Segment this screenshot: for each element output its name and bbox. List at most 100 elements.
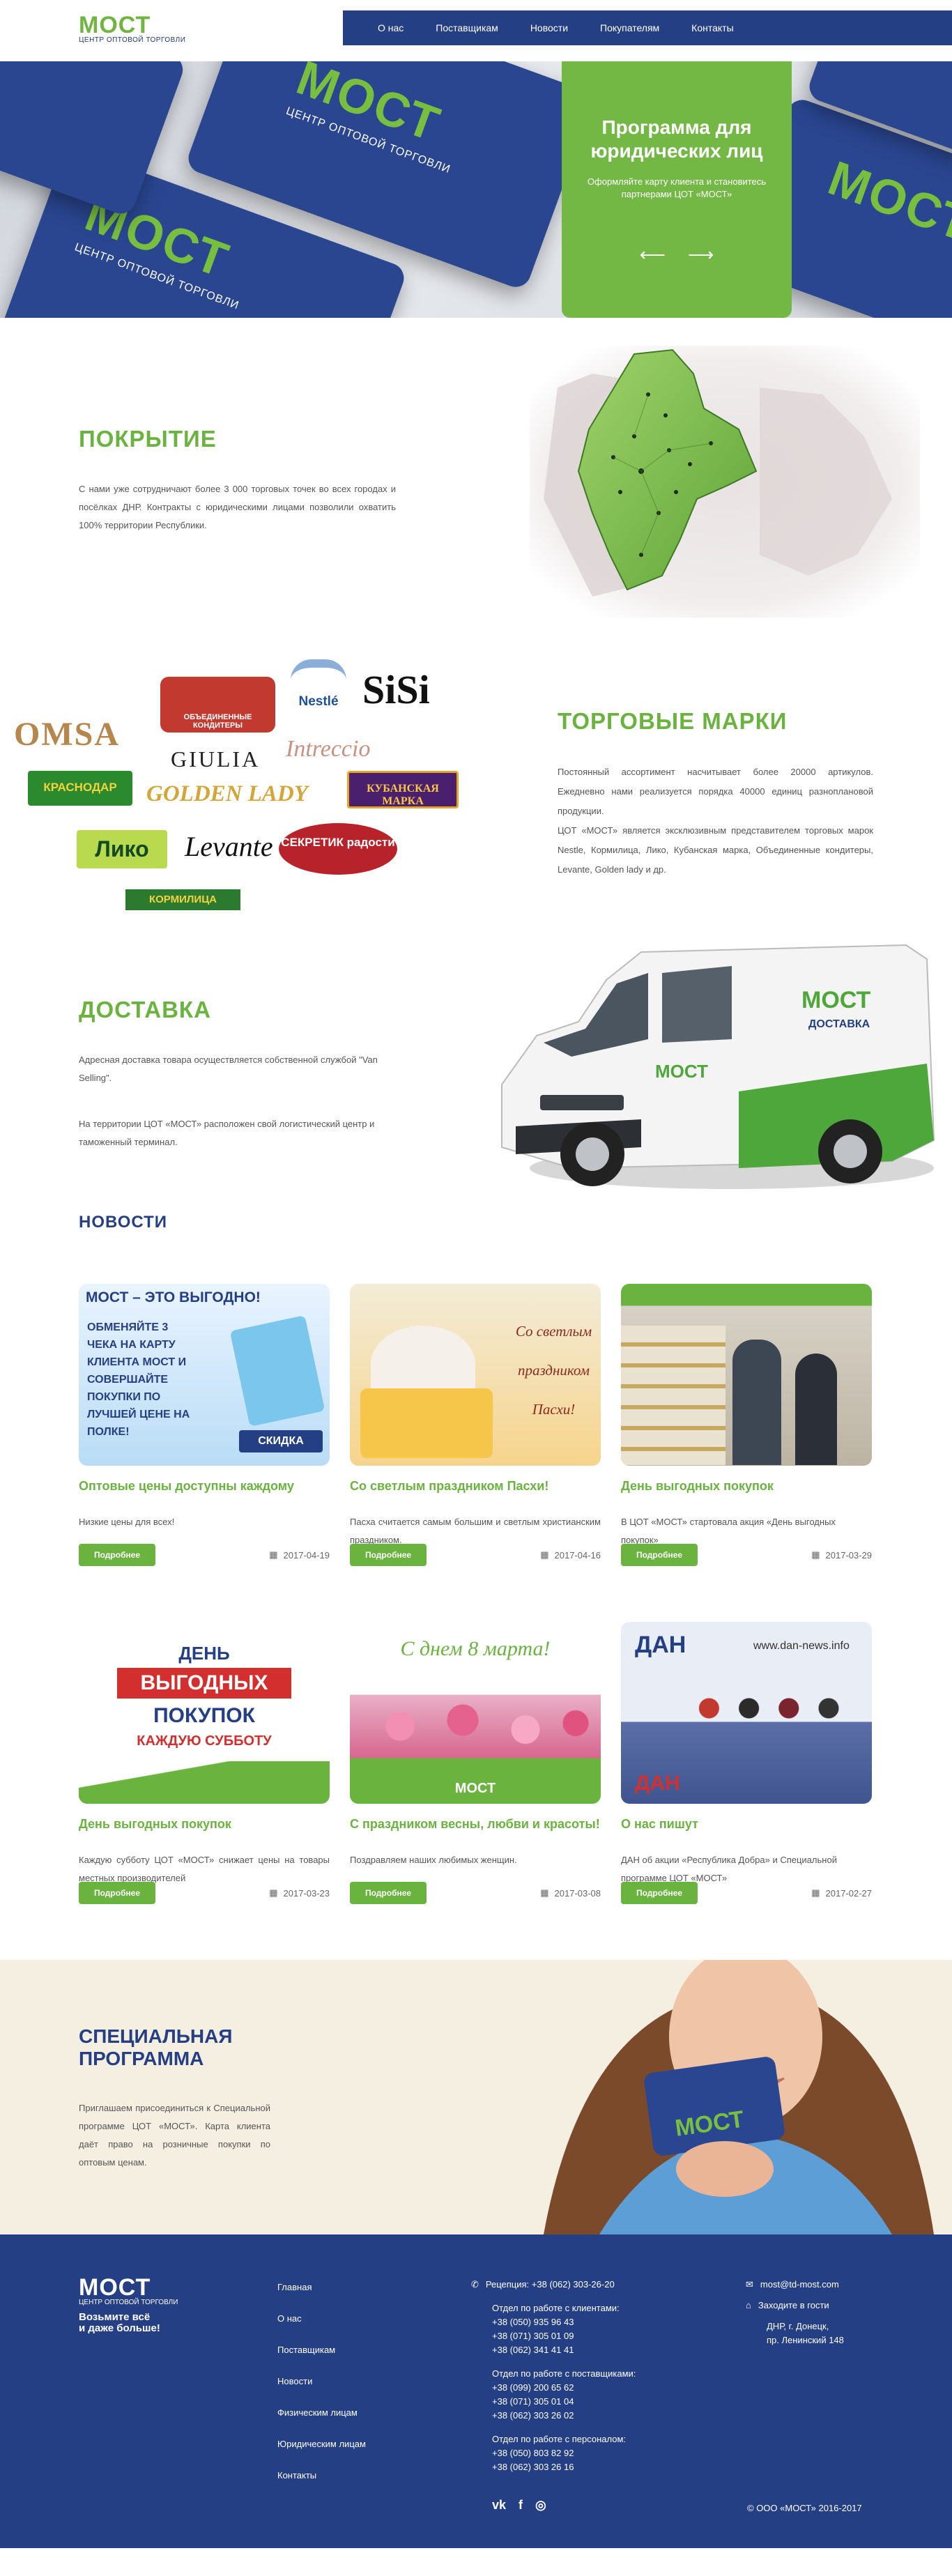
nav-suppliers[interactable]: Поставщикам bbox=[436, 22, 498, 33]
footer-logo[interactable]: МОСТ ЦЕНТР ОПТОВОЙ ТОРГОВЛИ Возьмите всё… bbox=[79, 2276, 178, 2334]
facebook-icon[interactable]: f bbox=[519, 2498, 523, 2513]
news-card-title[interactable]: О нас пишут bbox=[621, 1816, 872, 1847]
instagram-icon[interactable]: ◎ bbox=[535, 2498, 546, 2513]
clients-dept-title: Отдел по работе с клиентами: bbox=[492, 2303, 620, 2313]
staff-dept-title: Отдел по работе с персоналом: bbox=[492, 2434, 627, 2444]
logo-text: МОСТ bbox=[79, 12, 151, 38]
brands-title: ТОРГОВЫЕ МАРКИ bbox=[558, 708, 788, 734]
clients-phone[interactable]: +38 (062) 341 41 41 bbox=[492, 2343, 680, 2357]
footer-email[interactable]: most@td-most.com bbox=[760, 2278, 839, 2292]
address-line-1: ДНР, г. Донецк, bbox=[767, 2321, 829, 2331]
hero-slider: МОСТ ЦЕНТР ОПТОВОЙ ТОРГОВЛИ МОСТ ЦЕНТР О… bbox=[0, 61, 952, 318]
staff-dept: Отдел по работе с персоналом: +38 (050) … bbox=[471, 2432, 680, 2474]
nav-contacts[interactable]: Контакты bbox=[691, 22, 733, 33]
footer-link-individuals[interactable]: Физическим лицам bbox=[277, 2407, 366, 2418]
brands-text-block: ТОРГОВЫЕ МАРКИ Постоянный ассортимент на… bbox=[558, 708, 873, 880]
footer-link-suppliers[interactable]: Поставщикам bbox=[277, 2345, 366, 2355]
more-button[interactable]: Подробнее bbox=[79, 1544, 156, 1566]
footer-link-news[interactable]: Новости bbox=[277, 2376, 366, 2386]
news-card-title[interactable]: С праздником весны, любви и красоты! bbox=[350, 1816, 601, 1847]
coverage-title: ПОКРЫТИЕ bbox=[79, 426, 217, 452]
address-line-2: пр. Ленинский 148 bbox=[767, 2335, 844, 2345]
news-card-title[interactable]: Со светлым праздником Пасхи! bbox=[350, 1478, 601, 1509]
location-icon: ⌂ bbox=[746, 2300, 751, 2310]
suppliers-dept-title: Отдел по работе с поставщиками: bbox=[492, 2368, 636, 2379]
easter-cake-base bbox=[360, 1388, 493, 1458]
news-card[interactable]: ДАН www.dan-news.info ДАН О нас пишут ДА… bbox=[621, 1622, 872, 1904]
clients-phone[interactable]: +38 (071) 305 01 09 bbox=[492, 2329, 680, 2343]
footer-address: ✉ most@td-most.com ⌂ Заходите в гости ДН… bbox=[746, 2278, 899, 2347]
main-nav: О нас Поставщикам Новости Покупателям Ко… bbox=[343, 10, 952, 45]
press-conference-image bbox=[691, 1692, 844, 1733]
brand-levante-logo: Levante bbox=[185, 831, 273, 862]
social-links: vk f ◎ bbox=[492, 2498, 546, 2513]
dan-logo-bottom: ДАН bbox=[635, 1772, 680, 1795]
special-woman-image: МОСТ bbox=[516, 1960, 952, 2234]
site-header: МОСТ ЦЕНТР ОПТОВОЙ ТОРГОВЛИ О нас Постав… bbox=[0, 0, 952, 61]
arrow-left-icon[interactable]: ⟵ bbox=[640, 244, 666, 266]
news-image[interactable] bbox=[621, 1284, 872, 1466]
van-sublogo: ДОСТАВКА bbox=[808, 1018, 870, 1030]
news-image[interactable]: ДАН www.dan-news.info ДАН bbox=[621, 1622, 872, 1804]
staff-phone[interactable]: +38 (062) 303 26 16 bbox=[492, 2460, 680, 2474]
news-card[interactable]: Со светлым праздником Пасхи! Со светлым … bbox=[350, 1284, 601, 1566]
easter-greeting: Со светлым праздником Пасхи! bbox=[514, 1312, 594, 1429]
vk-icon[interactable]: vk bbox=[492, 2498, 506, 2513]
footer-link-companies[interactable]: Юридическим лицам bbox=[277, 2439, 366, 2449]
news-date-value: 2017-03-23 bbox=[283, 1887, 330, 1899]
footer-link-contacts[interactable]: Контакты bbox=[277, 2470, 366, 2481]
news-card-footer: Подробнее ▦ 2017-02-27 bbox=[621, 1882, 872, 1904]
mail-icon: ✉ bbox=[746, 2279, 753, 2290]
site-logo[interactable]: МОСТ ЦЕНТР ОПТОВОЙ ТОРГОВЛИ bbox=[79, 12, 185, 44]
footer-link-home[interactable]: Главная bbox=[277, 2282, 366, 2292]
march8-logo: МОСТ bbox=[454, 1781, 496, 1796]
news-title: НОВОСТИ bbox=[79, 1213, 168, 1232]
news-image[interactable]: Со светлым праздником Пасхи! bbox=[350, 1284, 601, 1466]
suppliers-phone[interactable]: +38 (071) 305 01 04 bbox=[492, 2395, 680, 2409]
reception-phone[interactable]: Рецепция: +38 (062) 303-26-20 bbox=[486, 2278, 615, 2292]
nav-buyers[interactable]: Покупателям bbox=[600, 22, 659, 33]
more-button[interactable]: Подробнее bbox=[621, 1882, 698, 1904]
news-card-title[interactable]: День выгодных покупок bbox=[621, 1478, 872, 1509]
clients-phone[interactable]: +38 (050) 935 96 43 bbox=[492, 2315, 680, 2329]
delivery-text-block: ДОСТАВКА Адресная доставка товара осущес… bbox=[79, 997, 396, 1151]
news-image[interactable]: ДЕНЬ ВЫГОДНЫХ ПОКУПОК КАЖДУЮ СУББОТУ bbox=[79, 1622, 330, 1804]
brand-kubanskaya-logo: КУБАНСКАЯ МАРКА bbox=[347, 771, 459, 808]
more-button[interactable]: Подробнее bbox=[79, 1882, 156, 1904]
news-card[interactable]: С днем 8 марта! МОСТ С праздником весны,… bbox=[350, 1622, 601, 1904]
news-card[interactable]: ДЕНЬ ВЫГОДНЫХ ПОКУПОК КАЖДУЮ СУББОТУ Ден… bbox=[79, 1622, 330, 1904]
footer-link-about[interactable]: О нас bbox=[277, 2313, 366, 2324]
nav-news[interactable]: Новости bbox=[530, 22, 568, 33]
calendar-icon: ▦ bbox=[540, 1549, 549, 1560]
news-card-footer: Подробнее ▦ 2017-03-23 bbox=[79, 1882, 330, 1904]
news-card-title[interactable]: День выгодных покупок bbox=[79, 1816, 330, 1847]
more-button[interactable]: Подробнее bbox=[350, 1544, 427, 1566]
news-image-headline: МОСТ – ЭТО ВЫГОДНО! bbox=[86, 1289, 261, 1305]
slider-arrows: ⟵ ⟶ bbox=[577, 244, 776, 266]
promo-line-3: ПОКУПОК bbox=[153, 1704, 255, 1727]
footer-menu: Главная О нас Поставщикам Новости Физиче… bbox=[277, 2282, 366, 2501]
staff-phone[interactable]: +38 (050) 803 82 92 bbox=[492, 2446, 680, 2460]
news-card[interactable]: День выгодных покупок В ЦОТ «МОСТ» старт… bbox=[621, 1284, 872, 1566]
more-button[interactable]: Подробнее bbox=[621, 1544, 698, 1566]
news-card[interactable]: МОСТ – ЭТО ВЫГОДНО! ОБМЕНЯЙТЕ 3 ЧЕКА НА … bbox=[79, 1284, 330, 1566]
news-card-title[interactable]: Оптовые цены доступны каждому bbox=[79, 1478, 330, 1509]
news-image[interactable]: С днем 8 марта! МОСТ bbox=[350, 1622, 601, 1804]
promo-line-4: КАЖДУЮ СУББОТУ bbox=[137, 1733, 272, 1749]
special-text-block: СПЕЦИАЛЬНАЯ ПРОГРАММА Приглашаем присоед… bbox=[79, 2025, 270, 2172]
brand-giulia-logo: GIULIA bbox=[171, 746, 261, 772]
promo-line-2: ВЫГОДНЫХ bbox=[117, 1668, 291, 1699]
news-date: ▦ 2017-03-23 bbox=[269, 1887, 330, 1899]
suppliers-phone[interactable]: +38 (099) 200 65 62 bbox=[492, 2381, 680, 2395]
receipt-image bbox=[229, 1315, 325, 1427]
arrow-right-icon[interactable]: ⟶ bbox=[688, 244, 714, 266]
suppliers-phone[interactable]: +38 (062) 303 26 02 bbox=[492, 2409, 680, 2423]
news-card-footer: Подробнее ▦ 2017-04-16 bbox=[350, 1544, 601, 1566]
nav-about[interactable]: О нас bbox=[378, 22, 404, 33]
news-image[interactable]: МОСТ – ЭТО ВЫГОДНО! ОБМЕНЯЙТЕ 3 ЧЕКА НА … bbox=[79, 1284, 330, 1466]
reception-row: ✆ Рецепция: +38 (062) 303-26-20 bbox=[471, 2278, 680, 2292]
news-grid: МОСТ – ЭТО ВЫГОДНО! ОБМЕНЯЙТЕ 3 ЧЕКА НА … bbox=[79, 1284, 873, 1904]
more-button[interactable]: Подробнее bbox=[350, 1882, 427, 1904]
news-card-footer: Подробнее ▦ 2017-03-08 bbox=[350, 1882, 601, 1904]
footer-contacts: ✆ Рецепция: +38 (062) 303-26-20 Отдел по… bbox=[471, 2278, 680, 2474]
